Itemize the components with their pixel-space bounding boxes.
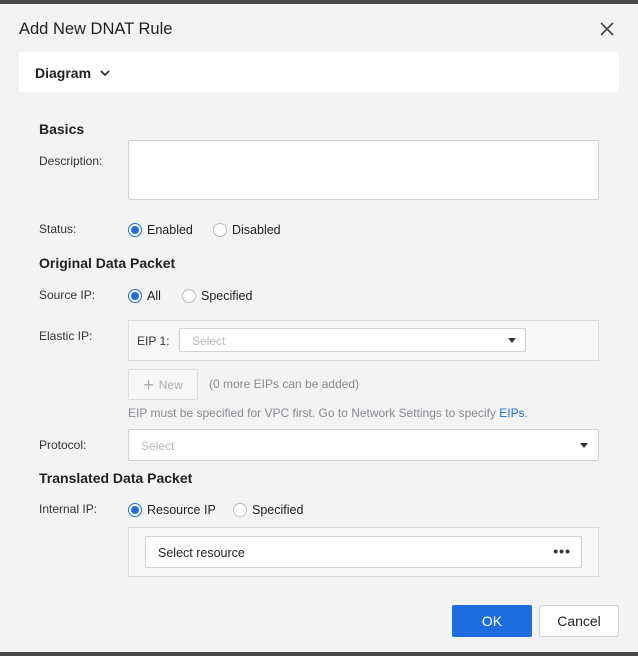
source-ip-label: Source IP:: [39, 288, 96, 302]
elastic-ip-label: Elastic IP:: [39, 329, 93, 343]
protocol-select[interactable]: Select: [128, 429, 599, 461]
original-packet-heading: Original Data Packet: [39, 255, 176, 271]
eip-requirement-hint: EIP must be specified for VPC first. Go …: [128, 406, 528, 420]
description-input[interactable]: [128, 140, 599, 200]
description-label: Description:: [39, 154, 103, 168]
basics-heading: Basics: [39, 121, 85, 137]
radio-unchecked-icon: [182, 289, 196, 303]
eip-hint-end: .: [524, 406, 528, 420]
eips-link[interactable]: EIPs: [499, 406, 524, 420]
plus-icon: +: [143, 374, 154, 395]
eip-hint-text: EIP must be specified for VPC first. Go …: [128, 406, 496, 420]
more-dots-icon[interactable]: •••: [553, 543, 571, 559]
radio-unchecked-icon: [233, 503, 247, 517]
dialog-title: Add New DNAT Rule: [19, 20, 173, 38]
protocol-placeholder: Select: [141, 439, 175, 453]
close-icon[interactable]: [597, 19, 617, 39]
eip-count-hint: (0 more EIPs can be added): [209, 377, 360, 391]
radio-unchecked-icon: [213, 223, 227, 237]
source-ip-all-radio[interactable]: All: [128, 289, 161, 303]
select-resource-field[interactable]: Select resource •••: [145, 536, 582, 568]
select-resource-label: Select resource: [158, 546, 245, 560]
internal-ip-label: Internal IP:: [39, 502, 98, 516]
internal-ip-specified-label: Specified: [252, 503, 304, 517]
caret-down-icon: [580, 443, 588, 448]
eip1-placeholder: Select: [192, 334, 226, 348]
eip-panel: EIP 1: Select: [128, 320, 599, 361]
radio-checked-icon: [128, 223, 142, 237]
status-disabled-radio[interactable]: Disabled: [213, 223, 281, 237]
radio-checked-icon: [128, 503, 142, 517]
chevron-down-icon: [99, 66, 111, 78]
source-ip-all-label: All: [147, 289, 161, 303]
protocol-label: Protocol:: [39, 438, 87, 452]
eip1-label: EIP 1:: [137, 334, 170, 348]
caret-down-icon: [508, 338, 516, 343]
eip1-select[interactable]: Select: [179, 328, 526, 352]
ok-button[interactable]: OK: [452, 605, 532, 637]
dnat-rule-dialog: Add New DNAT Rule Diagram Basics Descrip…: [0, 4, 638, 652]
diagram-label: Diagram: [35, 65, 92, 81]
status-enabled-radio[interactable]: Enabled: [128, 223, 193, 237]
status-enabled-label: Enabled: [147, 223, 193, 237]
rule-form: Basics Description: Status: Enabled Disa…: [19, 92, 619, 592]
translated-packet-heading: Translated Data Packet: [39, 470, 193, 486]
cancel-button[interactable]: Cancel: [539, 605, 619, 637]
diagram-toggle[interactable]: Diagram: [19, 52, 619, 92]
source-ip-specified-label: Specified: [201, 289, 253, 303]
status-disabled-label: Disabled: [232, 223, 281, 237]
internal-ip-resource-label: Resource IP: [147, 503, 216, 517]
new-eip-label: New: [158, 377, 183, 392]
internal-ip-specified-radio[interactable]: Specified: [233, 503, 303, 517]
source-ip-specified-radio[interactable]: Specified: [182, 289, 252, 303]
radio-checked-icon: [128, 289, 142, 303]
status-label: Status:: [39, 222, 77, 236]
new-eip-button[interactable]: + New: [128, 369, 198, 400]
internal-ip-resource-radio[interactable]: Resource IP: [128, 503, 216, 517]
resource-panel: Select resource •••: [128, 527, 599, 577]
